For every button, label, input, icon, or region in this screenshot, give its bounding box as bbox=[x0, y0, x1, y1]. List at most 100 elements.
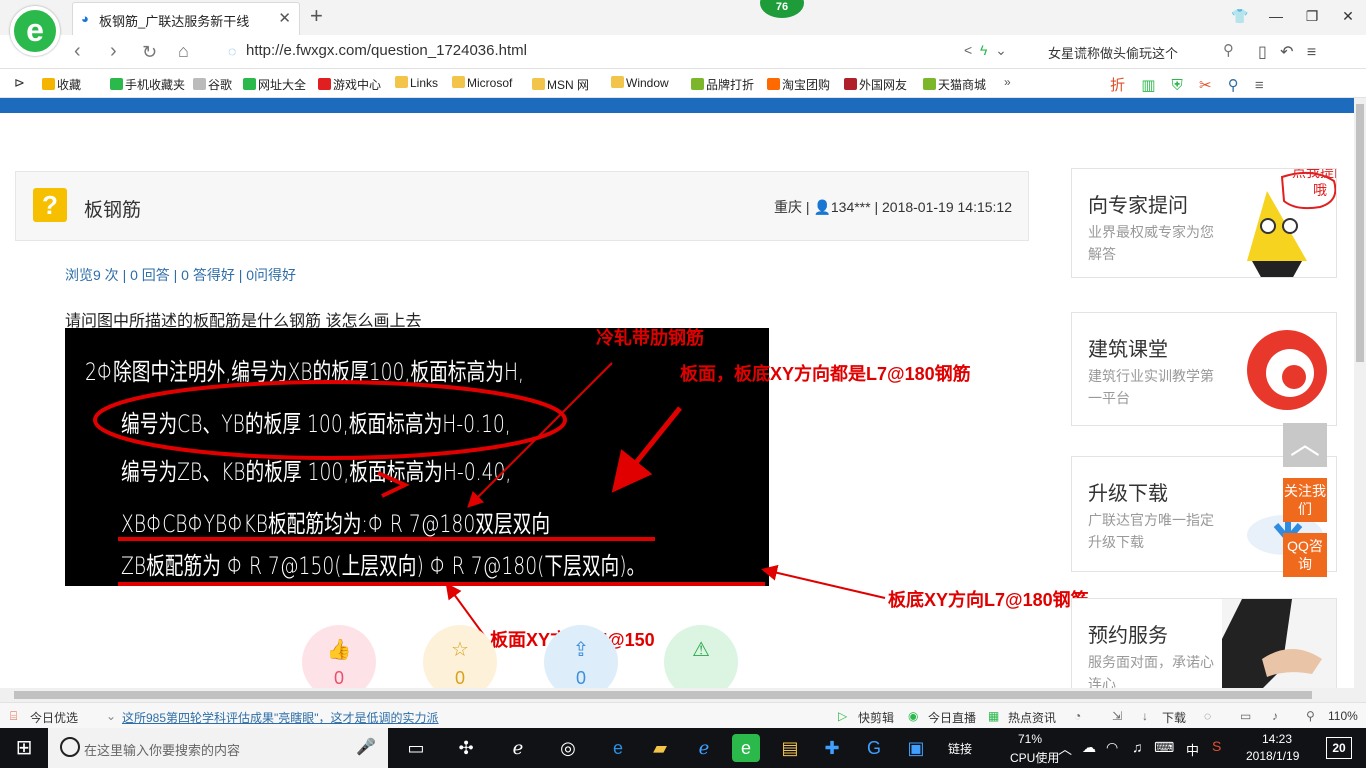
fan-app-icon[interactable]: ✣ bbox=[452, 734, 480, 762]
scrollbar-thumb[interactable] bbox=[14, 691, 1312, 699]
clock-date[interactable]: 2018/1/19 bbox=[1246, 749, 1299, 763]
close-tab-icon[interactable]: ✕ bbox=[278, 9, 291, 27]
bookmark-item[interactable]: 游戏中心 bbox=[318, 76, 381, 93]
chevron-down-icon[interactable]: ⌄ bbox=[995, 42, 1007, 58]
new-tab-button[interactable]: + bbox=[310, 3, 323, 29]
status-item[interactable]: 热点资讯 bbox=[1008, 709, 1056, 726]
speed-icon[interactable]: ◔ bbox=[1074, 709, 1081, 723]
scissors-icon[interactable]: ✂ bbox=[1199, 77, 1212, 94]
chevron-up-icon[interactable]: ︿ bbox=[1058, 739, 1072, 759]
bookmark-item[interactable]: 网址大全 bbox=[243, 76, 306, 93]
bookmark-item[interactable]: 品牌打折 bbox=[691, 76, 754, 93]
window-icon[interactable]: ▭ bbox=[1240, 709, 1251, 723]
bookmark-item[interactable]: 天猫商城 bbox=[923, 76, 986, 93]
file-explorer-icon[interactable]: ▰ bbox=[646, 734, 674, 762]
action-button[interactable]: 👍 0 bbox=[302, 625, 376, 688]
control-panel-icon[interactable]: ▣ bbox=[902, 734, 930, 762]
search-icon[interactable]: ⚲ bbox=[1223, 41, 1234, 59]
forward-icon[interactable]: › bbox=[110, 40, 117, 63]
bookmark-item[interactable]: Links bbox=[395, 76, 438, 90]
more-bookmarks-icon[interactable]: » bbox=[1004, 75, 1011, 89]
ask-bubble-text[interactable]: 点我提问哦 bbox=[1292, 169, 1336, 199]
course-card[interactable]: 建筑课堂 建筑行业实训教学第一平台 bbox=[1071, 312, 1337, 426]
url-input[interactable]: http://e.fwxgx.com/question_1724036.html bbox=[246, 42, 527, 59]
360-browser-icon[interactable]: e bbox=[732, 734, 760, 762]
status-item[interactable]: 快剪辑 bbox=[858, 709, 894, 726]
keyboard-icon[interactable]: ⌨ bbox=[1154, 739, 1174, 756]
chevron-down-icon[interactable]: ⌄ bbox=[106, 709, 116, 723]
bookmark-item[interactable]: 外国网友 bbox=[844, 76, 907, 93]
minimize-icon[interactable]: — bbox=[1258, 0, 1294, 33]
refresh-icon[interactable]: ↻ bbox=[142, 42, 157, 63]
phone-icon[interactable]: ▯ bbox=[1258, 44, 1267, 61]
g-app-icon[interactable]: G bbox=[860, 734, 888, 762]
news-link[interactable]: 这所985第四轮学科评估成果"亮瞎眼"，这才是低调的实力派 bbox=[122, 709, 439, 726]
menu-icon[interactable]: ≡ bbox=[1255, 77, 1264, 94]
internet-explorer-icon[interactable]: ℯ bbox=[690, 734, 718, 762]
network-app-icon[interactable]: ☁ bbox=[1082, 739, 1096, 756]
wifi-icon[interactable]: ◠ bbox=[1106, 739, 1118, 756]
home-icon[interactable]: ⌂ bbox=[178, 41, 189, 62]
action-button[interactable]: ⇪ 0 bbox=[544, 625, 618, 688]
bookmark-item[interactable]: Window bbox=[611, 76, 669, 90]
horizontal-scrollbar[interactable] bbox=[0, 688, 1366, 702]
expand-icon[interactable]: ⊳ bbox=[14, 75, 25, 91]
sogou-icon[interactable]: S bbox=[1212, 738, 1221, 754]
edge-icon[interactable]: e bbox=[604, 734, 632, 762]
pin-icon[interactable]: ⇲ bbox=[1112, 709, 1122, 723]
back-icon[interactable]: ‹ bbox=[74, 40, 81, 63]
sound-icon[interactable]: ♪ bbox=[1272, 709, 1278, 723]
status-item[interactable]: 今日直播 bbox=[928, 709, 976, 726]
taskbar-search-input[interactable]: 在这里输入你要搜索的内容 bbox=[84, 740, 240, 759]
close-window-icon[interactable]: ✕ bbox=[1330, 0, 1366, 33]
microphone-icon[interactable]: 🎤 bbox=[356, 737, 376, 757]
notes-app-icon[interactable]: ▤ bbox=[776, 734, 804, 762]
follow-us-button[interactable]: 关注我们 bbox=[1283, 478, 1327, 522]
browser-logo[interactable]: e bbox=[10, 6, 60, 56]
ie-e-icon[interactable]: ℯ bbox=[504, 734, 532, 762]
bookmark-item[interactable]: 淘宝团购 bbox=[767, 76, 830, 93]
book-icon[interactable]: ▥ bbox=[1141, 77, 1155, 94]
task-view-icon[interactable]: ▭ bbox=[402, 734, 430, 762]
zoom-level[interactable]: 110% bbox=[1328, 709, 1358, 723]
action-button[interactable]: ☆ 0 bbox=[423, 625, 497, 688]
vertical-scrollbar[interactable] bbox=[1354, 98, 1366, 688]
bookmark-item[interactable]: MSN 网 bbox=[532, 76, 589, 93]
menu-icon[interactable]: ≡ bbox=[1307, 44, 1316, 61]
booking-card[interactable]: 预约服务 服务面对面，承诺心连心 bbox=[1071, 598, 1337, 688]
bookmark-item[interactable]: Microsof bbox=[452, 76, 512, 90]
skin-icon[interactable]: 👕 bbox=[1222, 0, 1258, 33]
volume-icon[interactable]: ♫ bbox=[1132, 739, 1143, 755]
action-button[interactable]: ⚠ bbox=[664, 625, 738, 688]
globe-icon bbox=[243, 78, 256, 90]
share-icon[interactable]: < bbox=[964, 42, 972, 58]
ask-expert-card[interactable]: 向专家提问 业界最权威专家为您解答 点我提问哦 bbox=[1071, 168, 1337, 278]
shield-icon[interactable]: ⛨ bbox=[1172, 77, 1183, 94]
today-picks[interactable]: 今日优选 bbox=[30, 709, 78, 726]
windows-start-icon[interactable]: ⊞ bbox=[0, 728, 48, 768]
active-tab[interactable]: ◕ 板钢筋_广联达服务新干线 ✕ bbox=[72, 2, 300, 35]
restore-icon[interactable]: ❐ bbox=[1294, 0, 1330, 33]
ime-indicator[interactable]: 中 bbox=[1186, 740, 1199, 759]
spiral-app-icon[interactable]: ◎ bbox=[554, 734, 582, 762]
bookmark-item[interactable]: 手机收藏夹 bbox=[110, 76, 185, 93]
taskbar-search[interactable]: 在这里输入你要搜索的内容 🎤 bbox=[48, 728, 388, 768]
back-to-top-button[interactable]: ︿ bbox=[1283, 423, 1327, 467]
mute-icon[interactable]: ◌ bbox=[1204, 709, 1211, 723]
bookmark-item[interactable]: 收藏 bbox=[42, 76, 81, 93]
lightning-icon[interactable]: ϟ bbox=[980, 42, 987, 58]
zoom-icon[interactable]: ⚲ bbox=[1228, 77, 1239, 94]
search-input[interactable]: 女星谎称做头偷玩这个 bbox=[1048, 43, 1178, 62]
qq-consult-button[interactable]: QQ咨询 bbox=[1283, 533, 1327, 577]
clock-time[interactable]: 14:23 bbox=[1262, 732, 1292, 746]
notification-badge[interactable]: 76 bbox=[760, 0, 804, 18]
status-item[interactable]: 下载 bbox=[1162, 709, 1186, 726]
tray-link-label[interactable]: 链接 bbox=[948, 740, 972, 757]
scrollbar-thumb[interactable] bbox=[1356, 104, 1364, 362]
undo-icon[interactable]: ↶ bbox=[1280, 44, 1293, 61]
notification-center-icon[interactable]: 20 bbox=[1326, 737, 1352, 759]
search-box[interactable]: 女星谎称做头偷玩这个 ⚲ bbox=[1040, 40, 1240, 64]
plus-app-icon[interactable]: ✚ bbox=[818, 734, 846, 762]
bookmark-item[interactable]: 谷歌 bbox=[193, 76, 232, 93]
discount-icon[interactable]: 折 bbox=[1110, 77, 1125, 94]
